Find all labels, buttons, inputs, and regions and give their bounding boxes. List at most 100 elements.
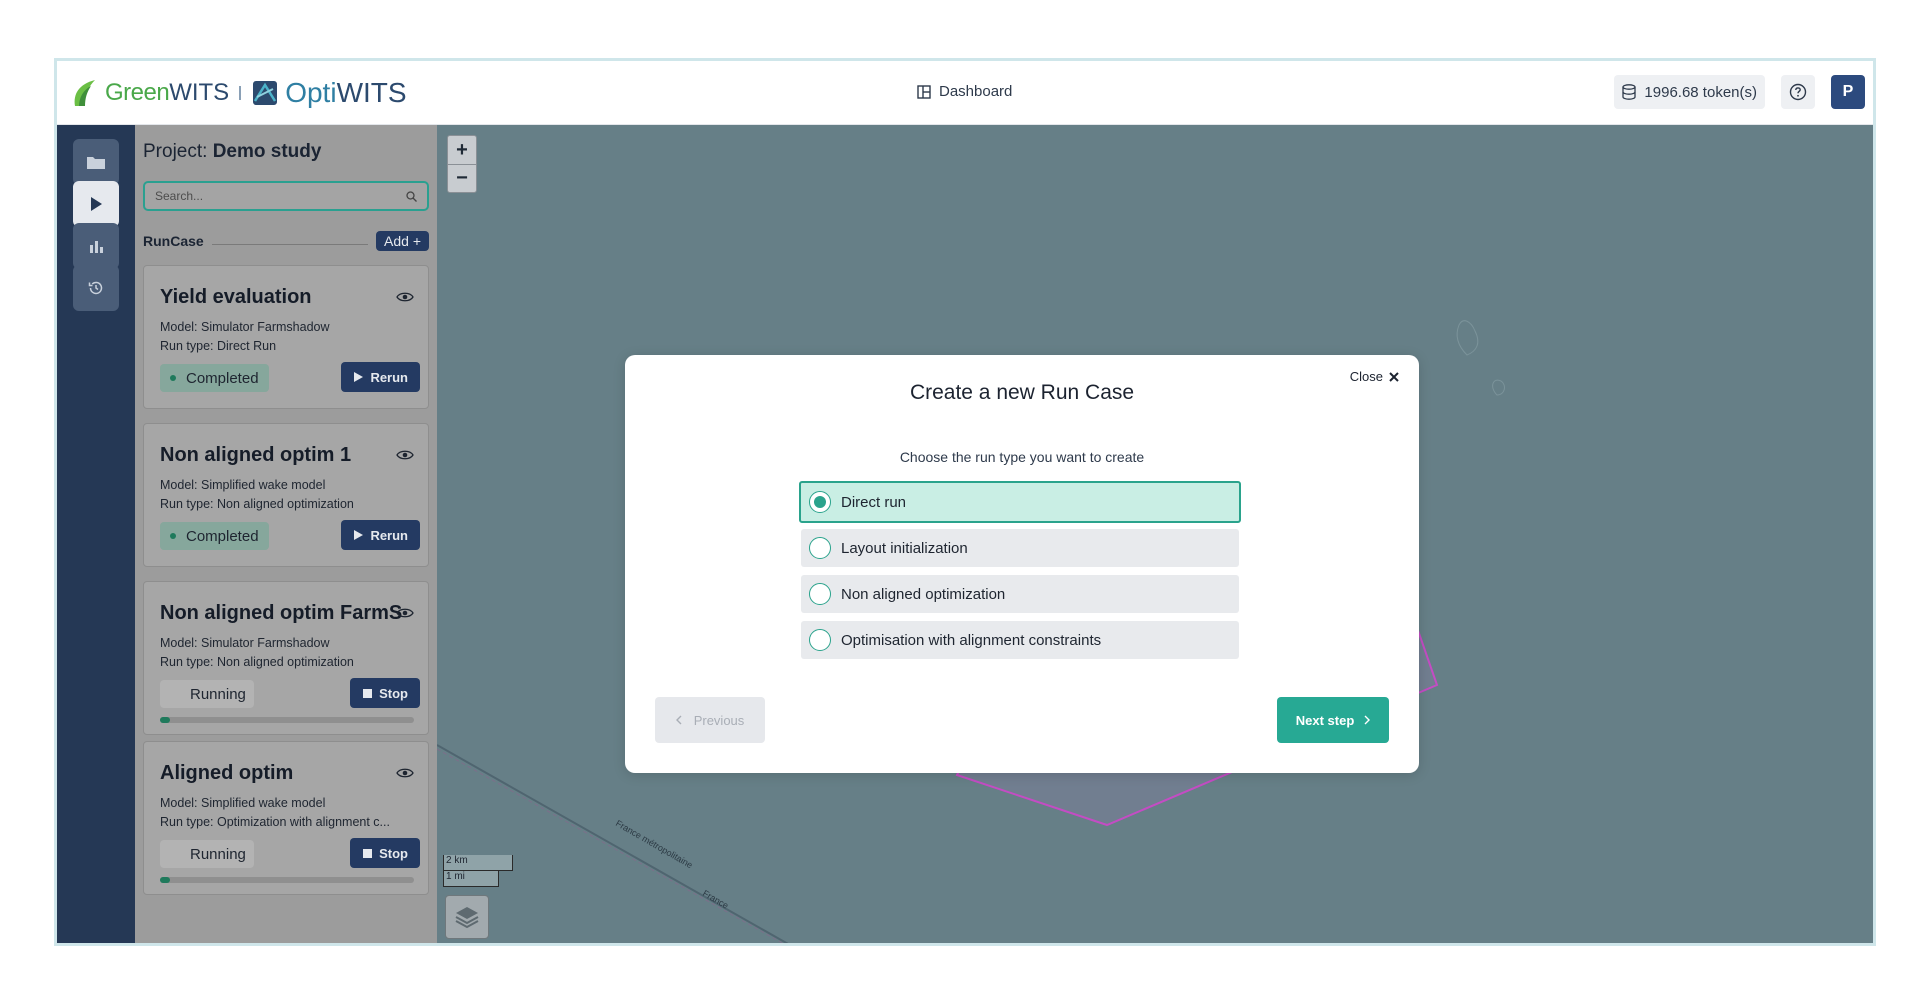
eye-icon[interactable] [396,290,414,304]
database-icon [1622,84,1637,100]
island-outline [1456,320,1505,396]
play-icon [354,372,364,382]
runcase-title: Yield evaluation [160,286,312,308]
next-step-button[interactable]: Next step [1277,697,1389,743]
eye-icon[interactable] [396,606,414,620]
runcase-card[interactable]: Yield evaluation Model: Simulator Farmsh… [143,265,429,409]
runcase-type: Run type: Optimization with alignment c.… [160,815,390,829]
next-step-label: Next step [1295,712,1355,728]
user-avatar[interactable]: P [1831,75,1865,109]
create-runcase-dialog: Create a new Run Case Close Choose the r… [625,355,1419,773]
dashboard-link[interactable]: Dashboard [917,83,1012,100]
status-label: Completed [186,369,259,387]
layers-button[interactable] [445,895,489,939]
help-circle-icon [1789,83,1807,101]
status-label: Running [190,845,246,863]
stop-label: Stop [379,685,408,701]
runtype-option-alignment-constraints[interactable]: Optimisation with alignment constraints [801,621,1239,659]
radio-button[interactable] [809,629,831,651]
stop-button[interactable]: Stop [350,678,420,708]
status-badge: Running [160,680,254,708]
dialog-subtitle: Choose the run type you want to create [899,449,1145,465]
chevron-right-icon [1364,715,1371,725]
radio-selected-dot [814,496,826,508]
optiwits-logo-text: OptiWITS [285,77,407,108]
runcase-type: Run type: Direct Run [160,339,277,353]
rail-runcases-button[interactable] [73,181,119,227]
close-label: Close [1349,369,1383,384]
option-label: Layout initialization [841,539,968,557]
optiwits-mark-icon [253,81,278,105]
runtype-option-non-aligned-optimization[interactable]: Non aligned optimization [801,575,1239,613]
app-window: GreenWITS OptiWITS Dashboard 1996.68 tok… [54,58,1876,946]
previous-label: Previous [693,712,745,728]
search-placeholder: Search... [155,189,204,203]
runcase-title: Non aligned optim 1 [160,444,352,466]
dashboard-label: Dashboard [939,83,1013,100]
status-dot [170,533,176,539]
token-balance-label: 1996.68 token(s) [1644,83,1757,101]
stop-icon [363,848,373,858]
runcase-card[interactable]: Aligned optim Model: Simplified wake mod… [143,741,429,895]
rerun-button[interactable]: Rerun [341,520,420,550]
stop-button[interactable]: Stop [350,838,420,868]
add-runcase-button[interactable]: Add + [376,231,429,251]
option-label: Direct run [841,493,907,511]
zoom-out-button[interactable]: − [448,164,476,192]
radio-button[interactable] [809,583,831,605]
radio-button[interactable] [809,491,831,513]
runcase-card[interactable]: Non aligned optim FarmS Model: Simulator… [143,581,429,735]
project-prefix: Project: [143,141,213,162]
border-label: France [701,888,730,911]
status-badge: Completed [160,364,269,392]
runcase-model: Model: Simplified wake model [160,478,326,492]
runcase-title: Aligned optim [160,762,294,784]
play-icon [91,197,102,211]
runtype-option-layout-initialization[interactable]: Layout initialization [801,529,1239,567]
rail-history-button[interactable] [73,265,119,311]
folder-icon [87,157,105,169]
play-icon [354,530,364,540]
search-icon [406,190,417,202]
brand-logo[interactable]: GreenWITS OptiWITS [69,75,407,111]
greenwits-logo-text: GreenWITS [105,79,230,106]
progress-fill [160,877,171,883]
layers-icon [455,907,479,929]
runtype-option-direct-run[interactable]: Direct run [799,481,1241,523]
runcase-label: RunCase [143,233,204,249]
rerun-button[interactable]: Rerun [341,362,420,392]
runcase-model: Model: Simplified wake model [160,796,326,810]
eye-icon[interactable] [396,448,414,462]
greenwits-leaf-icon [74,80,95,106]
status-label: Completed [186,527,259,545]
rerun-label: Rerun [370,369,408,385]
status-dot [170,375,176,381]
zoom-in-button[interactable]: + [448,136,476,164]
top-header: GreenWITS OptiWITS Dashboard 1996.68 tok… [57,61,1873,125]
progress-fill [160,717,171,723]
runcase-panel: Project: Demo study Search... RunCase Ad… [135,125,437,943]
previous-button[interactable]: Previous [655,697,765,743]
close-icon [1389,371,1399,382]
radio-button[interactable] [809,537,831,559]
rerun-label: Rerun [370,527,408,543]
eye-icon[interactable] [396,766,414,780]
search-input[interactable]: Search... [143,181,429,211]
map-scale: 2 km 1 mi [443,855,513,887]
dialog-title: Create a new Run Case [909,381,1135,404]
runcase-card[interactable]: Non aligned optim 1 Model: Simplified wa… [143,423,429,567]
runcase-type: Run type: Non aligned optimization [160,497,354,511]
progress-bar [160,717,414,723]
token-balance[interactable]: 1996.68 token(s) [1614,75,1765,109]
rail-projects-button[interactable] [73,139,119,185]
option-label: Optimisation with alignment constraints [841,631,1102,649]
runcase-model: Model: Simulator Farmshadow [160,320,330,334]
rail-results-button[interactable] [73,223,119,269]
bar-chart-icon [90,241,103,253]
chevron-left-icon [675,715,682,725]
runcase-model: Model: Simulator Farmshadow [160,636,330,650]
help-button[interactable] [1781,75,1815,109]
option-label: Non aligned optimization [841,585,1006,603]
scale-km: 2 km [443,855,513,871]
close-button[interactable]: Close [1350,369,1399,384]
